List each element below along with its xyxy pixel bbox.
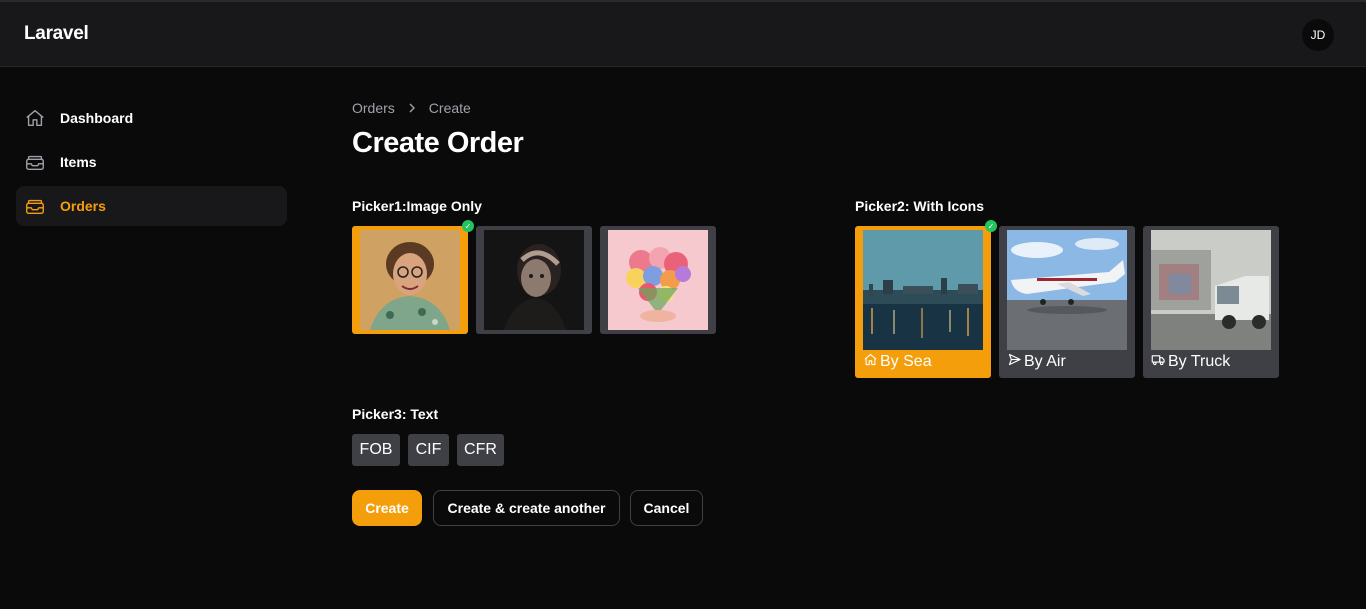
sidebar-item-dashboard[interactable]: Dashboard [16,98,287,138]
harbor-image [863,230,983,350]
option-caption: By Sea [863,352,932,372]
truck-icon [1151,352,1166,372]
picker1-option-1[interactable]: ✓ [352,220,474,334]
home-icon [24,107,46,129]
page-title: Create Order [352,127,524,159]
create-another-button[interactable]: Create & create another [433,490,620,526]
selected-check-icon: ✓ [462,220,474,232]
paper-plane-icon [1007,352,1022,372]
sidebar-item-label: Orders [60,198,106,214]
option-label: By Air [1024,353,1066,370]
picker1-label: Picker1:Image Only [352,198,482,214]
home-icon [863,352,878,372]
option-label: By Truck [1168,353,1231,370]
picker2-option-by-truck[interactable]: By Truck [1143,226,1279,378]
picker1-option-2[interactable] [476,226,592,334]
man-portrait-image [360,230,460,330]
picker3-option-cfr[interactable]: CFR [457,434,504,466]
flower-heart-image [608,230,708,330]
inbox-stack-icon [24,151,46,173]
picker1-option-3[interactable] [600,226,716,334]
sidebar: Dashboard Items Orders [16,98,287,230]
sidebar-item-label: Items [60,154,97,170]
chevron-right-icon [407,100,417,116]
sidebar-item-label: Dashboard [60,110,134,126]
truck-image [1151,230,1271,350]
inbox-stack-icon [24,195,46,217]
option-label: By Sea [880,353,932,370]
sidebar-item-items[interactable]: Items [16,142,287,182]
picker3-option-cif[interactable]: CIF [408,434,449,466]
option-caption: By Truck [1151,352,1230,372]
brand-logo[interactable]: Laravel [24,23,89,45]
picker2-option-by-air[interactable]: By Air [999,226,1135,378]
selected-check-icon: ✓ [985,220,997,232]
option-caption: By Air [1007,352,1066,372]
sidebar-item-orders[interactable]: Orders [16,186,287,226]
breadcrumb: Orders Create [352,100,471,116]
picker3-label: Picker3: Text [352,406,439,422]
breadcrumb-orders[interactable]: Orders [352,100,395,116]
picker3-option-fob[interactable]: FOB [352,434,400,466]
cancel-button[interactable]: Cancel [630,490,703,526]
create-button[interactable]: Create [352,490,422,526]
woman-portrait-image [484,230,584,330]
user-avatar[interactable]: JD [1302,19,1334,51]
picker2-label: Picker2: With Icons [855,198,985,214]
jet-image [1007,230,1127,350]
top-bar: Laravel JD [0,0,1366,67]
breadcrumb-create: Create [428,100,471,116]
picker2-option-by-sea[interactable]: By Sea ✓ [855,220,997,378]
